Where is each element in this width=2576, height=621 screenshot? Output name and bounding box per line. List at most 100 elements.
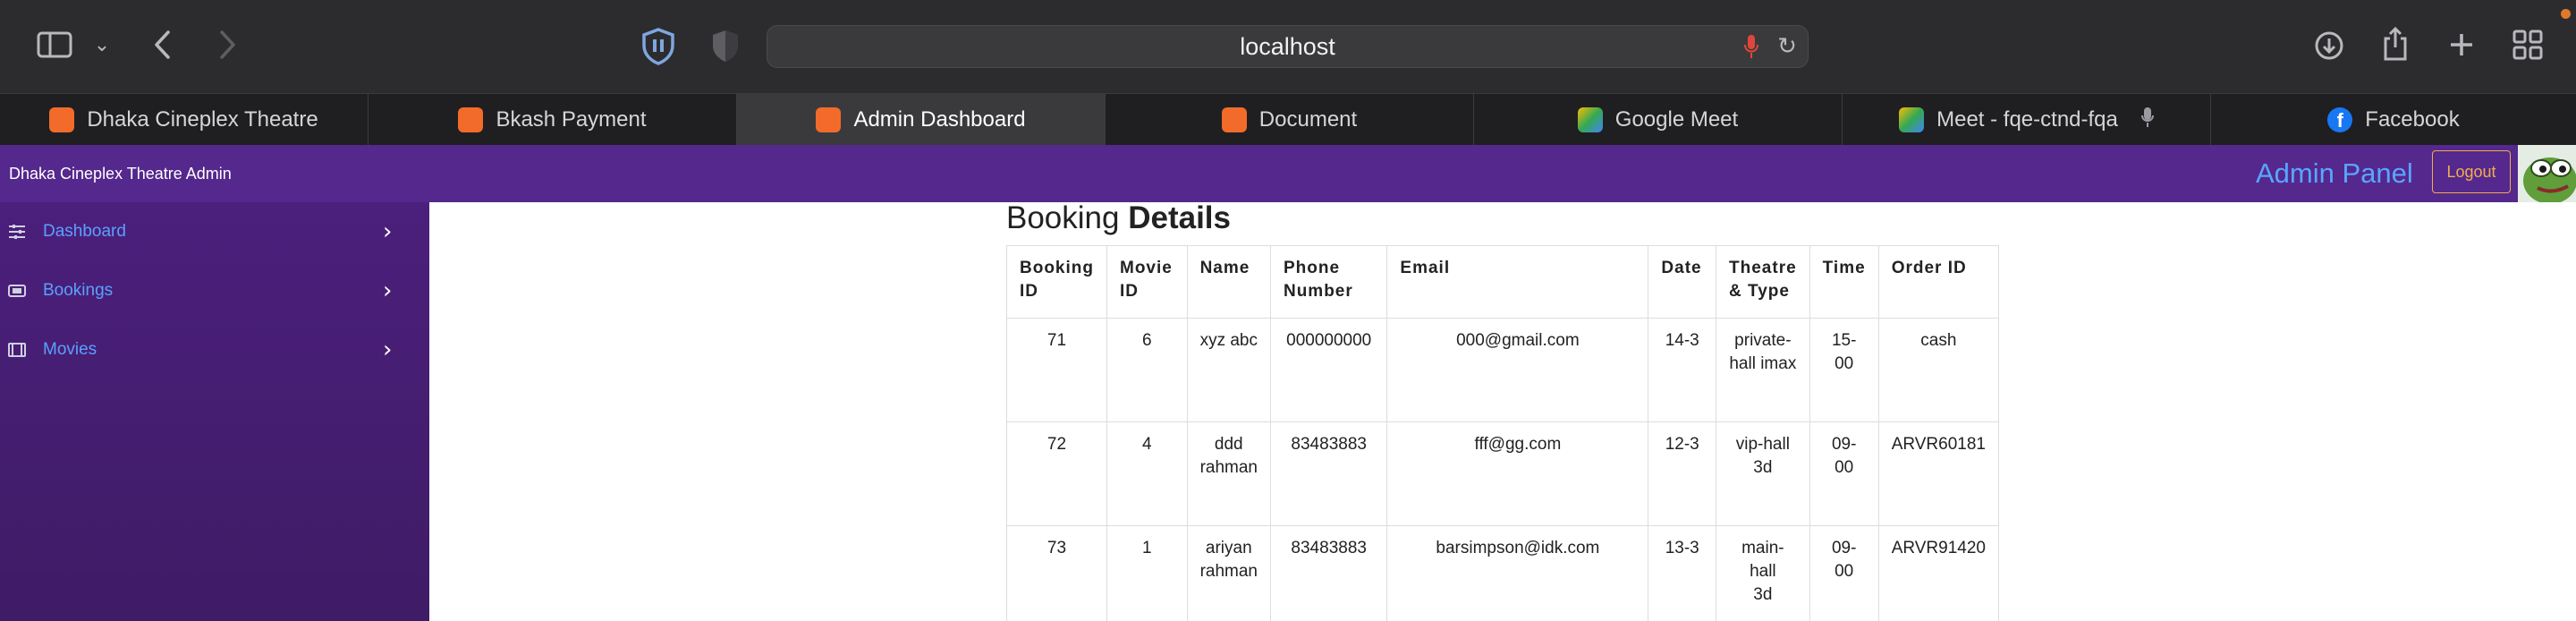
tab-meet-call[interactable]: Meet - fqe-ctnd-fqa (1843, 94, 2211, 145)
phone-cell: 83483883 (1269, 421, 1388, 526)
xampp-icon (458, 106, 484, 132)
name-cell: ariyan rahman (1186, 525, 1271, 621)
sidebar-item-label: Movies (43, 340, 97, 359)
column-header[interactable]: Movie ID (1106, 245, 1188, 319)
date-cell: 14-3 (1648, 318, 1717, 422)
panel-title: Admin Panel (2256, 157, 2413, 189)
microphone-icon[interactable] (1738, 33, 1765, 60)
new-tab-plus-icon[interactable] (2444, 27, 2479, 63)
tab-label: Admin Dashboard (853, 106, 1026, 132)
tab-label: Google Meet (1614, 106, 1739, 132)
bitwarden-shield-icon[interactable] (639, 27, 678, 66)
sidebar-item-bookings[interactable]: Bookings › (0, 261, 429, 320)
logout-button[interactable]: Logout (2432, 150, 2511, 193)
order-id-cell: ARVR91420 (1877, 525, 1999, 621)
tab-document[interactable]: Document (1106, 94, 1474, 145)
phone-cell: 83483883 (1269, 525, 1388, 621)
date-cell: 13-3 (1648, 525, 1717, 621)
name-cell: xyz abc (1186, 318, 1271, 422)
sidebar-item-movies[interactable]: Movies › (0, 320, 429, 379)
sidebar-toggle-icon[interactable] (34, 27, 75, 63)
tab-label: Document (1258, 106, 1358, 132)
movie-id-cell: 6 (1106, 318, 1188, 422)
column-header[interactable]: Booking ID (1006, 245, 1107, 319)
order-id-cell: cash (1877, 318, 1999, 422)
column-header[interactable]: Name (1186, 245, 1271, 319)
page-title: Booking Details (1006, 200, 1231, 236)
chevron-right-icon: › (383, 336, 393, 363)
chevron-right-icon: › (383, 218, 393, 245)
theatre-cell: vip-hall 3d (1716, 421, 1810, 526)
address-bar[interactable]: localhost ↻ (767, 25, 1809, 68)
theatre-cell: private-hall imax (1716, 318, 1810, 422)
booking-id-cell: 72 (1006, 421, 1107, 526)
column-header[interactable]: Date (1648, 245, 1717, 319)
tab-label: Bkash Payment (496, 106, 647, 132)
page-title-part2: Details (1128, 200, 1231, 235)
email-cell: fff@gg.com (1386, 421, 1649, 526)
tab-admin-dashboard[interactable]: Admin Dashboard (737, 94, 1106, 145)
microphone-icon (2140, 106, 2154, 133)
chevron-down-icon[interactable]: ⌄ (89, 32, 114, 57)
tab-bar: Dhaka Cineplex Theatre Bkash Payment Adm… (0, 93, 2576, 145)
table-row: 71 6 xyz abc 000000000 000@gmail.com 14-… (1006, 318, 1999, 422)
booking-id-cell: 73 (1006, 525, 1107, 621)
table-row: 72 4 ddd rahman 83483883 fff@gg.com 12-3 … (1006, 421, 1999, 526)
google-meet-icon (1577, 106, 1603, 132)
time-cell: 09- 00 (1809, 525, 1879, 621)
notification-dot-icon (2561, 9, 2571, 19)
column-header[interactable]: Email (1386, 245, 1649, 319)
phone-cell: 000000000 (1269, 318, 1388, 422)
column-header[interactable]: Order ID (1877, 245, 1999, 319)
date-cell: 12-3 (1648, 421, 1717, 526)
reload-icon[interactable]: ↻ (1774, 33, 1801, 60)
time-cell: 15- 00 (1809, 318, 1879, 422)
xampp-icon (816, 106, 842, 132)
tab-bkash-payment[interactable]: Bkash Payment (369, 94, 737, 145)
column-header[interactable]: Time (1809, 245, 1879, 319)
share-icon[interactable] (2379, 25, 2411, 63)
google-meet-icon (1899, 106, 1925, 132)
sliders-icon (7, 222, 27, 242)
chevron-right-icon: › (383, 277, 393, 304)
movie-id-cell: 1 (1106, 525, 1188, 621)
sidebar: Dashboard › Bookings › Movies › (0, 202, 429, 621)
privacy-shield-icon[interactable] (706, 27, 745, 66)
forward-arrow-icon[interactable] (209, 27, 245, 63)
sidebar-item-dashboard[interactable]: Dashboard › (0, 202, 429, 261)
back-arrow-icon[interactable] (145, 27, 181, 63)
email-cell: 000@gmail.com (1386, 318, 1649, 422)
tab-label: Meet - fqe-ctnd-fqa (1936, 106, 2118, 132)
booking-id-cell: 71 (1006, 318, 1107, 422)
email-cell: barsimpson@idk.com (1386, 525, 1649, 621)
page-title-part1: Booking (1006, 200, 1120, 235)
xampp-icon (49, 106, 75, 132)
tab-facebook[interactable]: f Facebook (2211, 94, 2576, 145)
sidebar-item-label: Bookings (43, 281, 114, 300)
xampp-icon (1221, 106, 1247, 132)
tab-label: Dhaka Cineplex Theatre (87, 106, 318, 132)
ticket-icon (7, 281, 27, 301)
order-id-cell: ARVR60181 (1877, 421, 1999, 526)
table-header-row: Booking ID Movie ID Name Phone Number Email… (1006, 245, 1999, 319)
name-cell: ddd rahman (1186, 421, 1271, 526)
theatre-cell: main-hall 3d (1716, 525, 1810, 621)
column-header[interactable]: Phone Number (1269, 245, 1388, 319)
facebook-icon: f (2327, 106, 2353, 132)
booking-table: Booking ID Movie ID Name Phone Number Email… (1006, 245, 1999, 621)
tab-label: Facebook (2365, 106, 2460, 132)
downloads-icon[interactable] (2312, 29, 2346, 63)
brand-title: Dhaka Cineplex Theatre Admin (9, 165, 232, 183)
time-cell: 09- 00 (1809, 421, 1879, 526)
sidebar-item-label: Dashboard (43, 222, 126, 241)
tab-overview-icon[interactable] (2510, 27, 2546, 63)
browser-toolbar: ⌄ localhost ↻ (0, 0, 2576, 93)
admin-header: Dhaka Cineplex Theatre Admin Admin Panel (0, 145, 2576, 202)
tab-google-meet[interactable]: Google Meet (1474, 94, 1843, 145)
column-header[interactable]: Theatre & Type (1716, 245, 1810, 319)
movie-id-cell: 4 (1106, 421, 1188, 526)
url-text[interactable]: localhost (767, 26, 1808, 67)
film-icon (7, 340, 27, 360)
avatar[interactable] (2518, 145, 2576, 202)
tab-dhaka-cineplex[interactable]: Dhaka Cineplex Theatre (0, 94, 369, 145)
